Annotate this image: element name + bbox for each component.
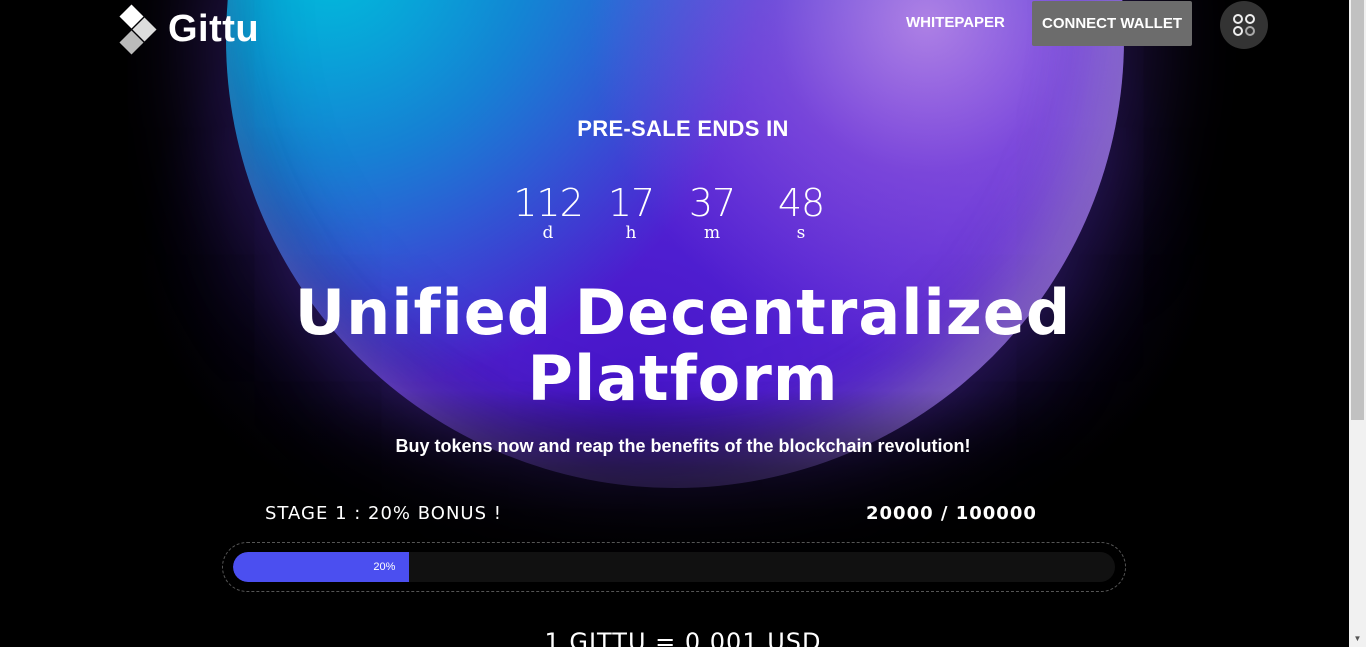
progress-percent: 20% — [373, 561, 396, 573]
countdown-unit: h — [625, 223, 637, 243]
countdown-timer: 112 d 17 h 37 m 48 s — [0, 182, 1366, 242]
progress-fill: 20% — [233, 552, 410, 582]
hero-subtitle: Buy tokens now and reap the benefits of … — [395, 436, 971, 456]
stage-token-count: 20000 / 100000 — [866, 503, 1037, 524]
countdown-seconds: 48 s — [765, 182, 837, 242]
countdown-unit: s — [796, 223, 806, 243]
countdown-hours: 17 h — [605, 182, 657, 242]
countdown-value: 37 — [688, 181, 736, 225]
progress-track: 20% — [233, 552, 1115, 582]
scroll-down-arrow-icon[interactable]: ▼ — [1349, 630, 1366, 647]
presale-title: PRE-SALE ENDS IN — [577, 116, 789, 141]
scrollbar-thumb[interactable] — [1351, 0, 1364, 420]
brand-name: Gittu — [168, 7, 260, 50]
countdown-value: 17 — [607, 181, 655, 225]
brand-logo[interactable]: Gittu — [119, 4, 260, 55]
countdown-unit: m — [703, 223, 721, 243]
headline-line-1: Unified Decentralized — [294, 276, 1072, 349]
logo-diamonds-icon — [119, 4, 158, 55]
countdown-unit: d — [542, 223, 554, 243]
presale-page: Gittu WHITEPAPER CONNECT WALLET PRE-SALE… — [0, 0, 1366, 647]
countdown-value: 112 — [513, 181, 584, 225]
countdown-days: 112 d — [510, 182, 586, 242]
background-fade — [0, 390, 1366, 647]
hero-headline: Unified Decentralized Platform — [0, 280, 1366, 412]
headline-line-2: Platform — [527, 342, 839, 415]
connect-wallet-button[interactable]: CONNECT WALLET — [1032, 1, 1192, 46]
stage-label: STAGE 1 : 20% BONUS ! — [265, 503, 502, 524]
countdown-minutes: 37 m — [680, 182, 744, 242]
scrollbar[interactable]: ▼ — [1349, 0, 1366, 647]
whitepaper-link[interactable]: WHITEPAPER — [896, 10, 1015, 36]
token-rate: 1 GITTU = 0.001 USD — [544, 628, 822, 647]
grid-menu-icon[interactable] — [1220, 1, 1268, 49]
sale-progress-bar: 20% — [222, 542, 1126, 592]
countdown-value: 48 — [777, 181, 825, 225]
